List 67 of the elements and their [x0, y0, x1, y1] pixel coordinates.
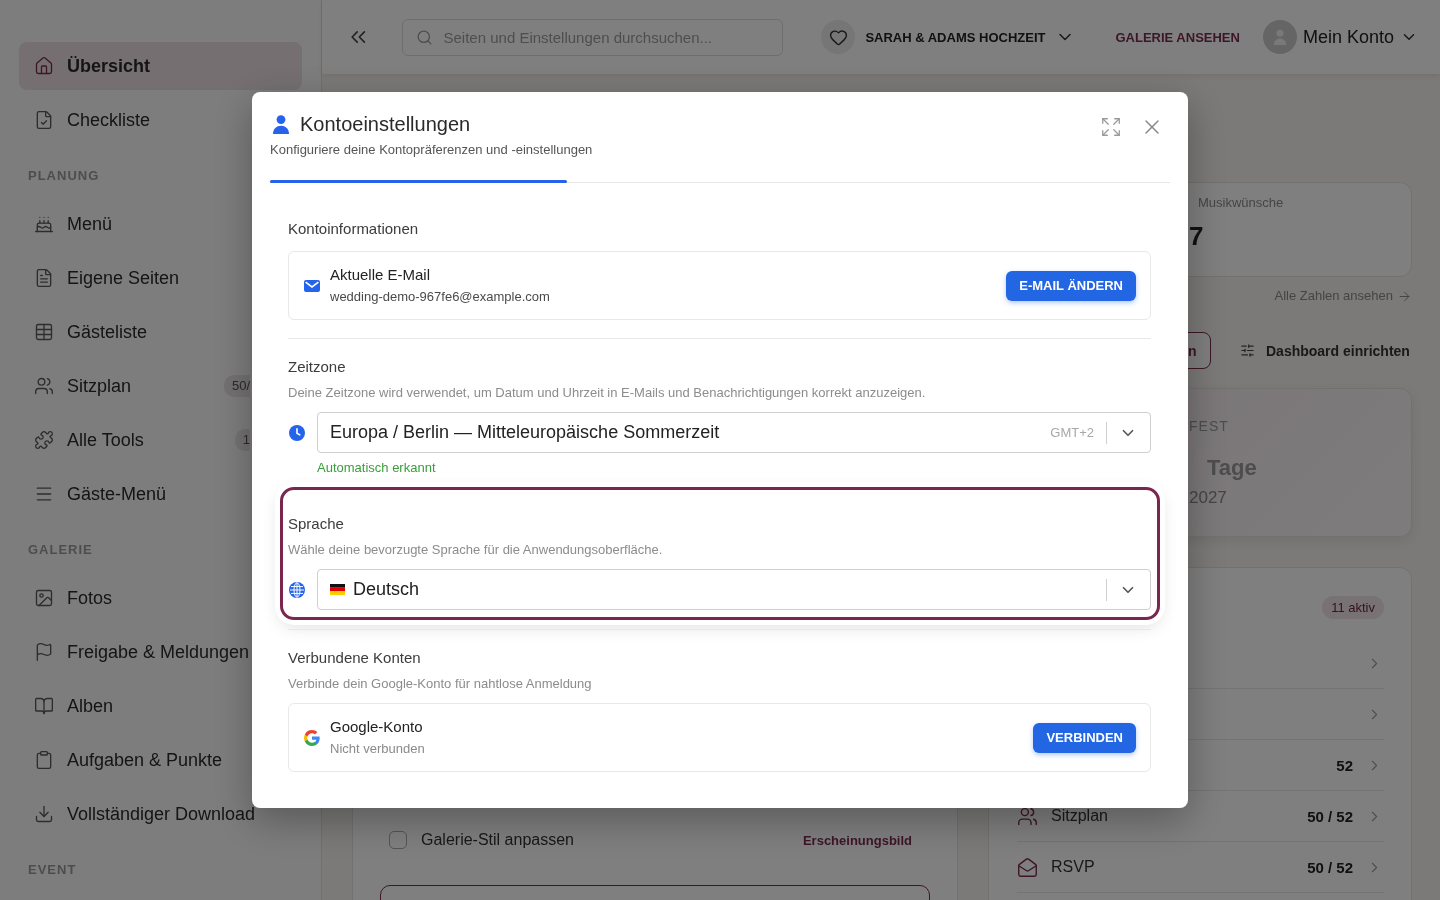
category-label: Erscheinungsbild — [802, 832, 912, 848]
stat-label: Musikwünsche — [1198, 194, 1285, 212]
stat-value: 7 — [1189, 221, 1205, 251]
section-title: Verbundene Konten — [288, 648, 422, 668]
avatar-icon — [1262, 20, 1297, 54]
download-icon — [34, 804, 54, 824]
detected-hint: Automatisch erkannt — [317, 459, 437, 476]
event-switcher[interactable]: SARAH & ADAMS HOCHZEIT — [821, 20, 1076, 54]
search-icon — [415, 28, 433, 46]
home-icon — [34, 56, 54, 76]
count-label: 50 / 52 — [1307, 807, 1353, 825]
row-label: RSVP — [1051, 858, 1095, 876]
g-logo-icon — [304, 729, 320, 746]
clipboard-icon — [34, 750, 54, 770]
info-value: Nicht verbunden — [330, 740, 425, 758]
puzzle-icon — [34, 430, 54, 450]
image-icon — [34, 588, 54, 608]
info-value: wedding-demo-967fe6@example.com — [330, 288, 550, 306]
book-icon — [34, 696, 54, 716]
section-description: Verbinde dein Google-Konto für nahtlose Anmeldung — [288, 675, 593, 693]
section-title: Kontoinformationen — [288, 219, 420, 239]
count-badge: 1 — [234, 429, 250, 451]
section-description: Wähle deine bevorzugte Sprache für die Anwendungsoberfläche. — [288, 541, 664, 559]
sidebar-item[interactable]: Fotos — [19, 574, 302, 622]
sidebar-item[interactable]: Gästeliste — [19, 308, 302, 356]
account-menu[interactable]: Mein Konto — [1262, 20, 1418, 54]
table-icon — [34, 322, 54, 342]
expand-icon[interactable] — [1100, 116, 1122, 138]
status-badge: 11 aktiv — [1322, 596, 1384, 619]
globe-icon — [289, 581, 305, 598]
offset-label: GMT+2 — [1050, 425, 1094, 440]
count-badge: 50/ — [223, 375, 250, 397]
user-icon — [273, 114, 289, 134]
section-title: Zeitzone — [288, 357, 347, 377]
count-label: 50 / 52 — [1307, 858, 1353, 876]
action-button[interactable]: VERBINDEN — [1033, 722, 1136, 753]
gallery-link[interactable]: GALERIE ANSEHEN — [1115, 29, 1240, 45]
sliders-icon — [1240, 343, 1255, 358]
envelope-icon — [304, 279, 320, 292]
sidebar-item[interactable]: Übersicht — [19, 42, 302, 90]
text-button[interactable]: Dashboard einrichten — [1240, 342, 1410, 359]
people-icon — [1017, 805, 1038, 827]
select-field[interactable]: Europa / Berlin — Mitteleuropäische Sommerzeit GMT+2 — [317, 412, 1151, 453]
clock-icon — [289, 424, 305, 441]
flag-icon — [34, 642, 54, 662]
info-label: Google-Konto — [330, 717, 424, 737]
arrow-right-icon — [1397, 288, 1412, 304]
people-icon — [34, 376, 54, 396]
sidebar-item[interactable]: Vollständiger Download — [19, 790, 302, 838]
sidebar-item[interactable]: Checkliste — [19, 96, 302, 144]
action-button[interactable]: E-MAIL ÄNDERN — [1006, 270, 1136, 301]
info-label: Aktuelle E-Mail — [330, 265, 432, 285]
task-label: Galerie-Stil anpassen — [421, 831, 574, 849]
sidebar-item[interactable]: Eigene Seiten — [19, 254, 302, 302]
file-text-icon — [34, 268, 54, 288]
dialog-title: Kontoeinstellungen — [300, 112, 471, 137]
german-flag-icon — [330, 584, 345, 595]
select-field[interactable]: Deutsch — [317, 569, 1151, 610]
sidebar-item[interactable]: Aufgaben & Punkte — [19, 736, 302, 784]
dialog-subtitle: Konfiguriere deine Kontopräferenzen und -einstellungen — [270, 141, 594, 159]
envelope-open-icon — [1017, 856, 1038, 878]
count-label: 52 — [1336, 756, 1353, 774]
checkbox[interactable] — [389, 831, 407, 849]
section-description: Deine Zeitzone wird verwendet, um Datum und Uhrzeit in E-Mails und Benachrichtigungen korrekt anzuzeigen. — [288, 384, 927, 402]
file-check-icon — [34, 110, 54, 130]
row-label: Sitzplan — [1051, 807, 1108, 825]
cake-icon — [34, 214, 54, 234]
